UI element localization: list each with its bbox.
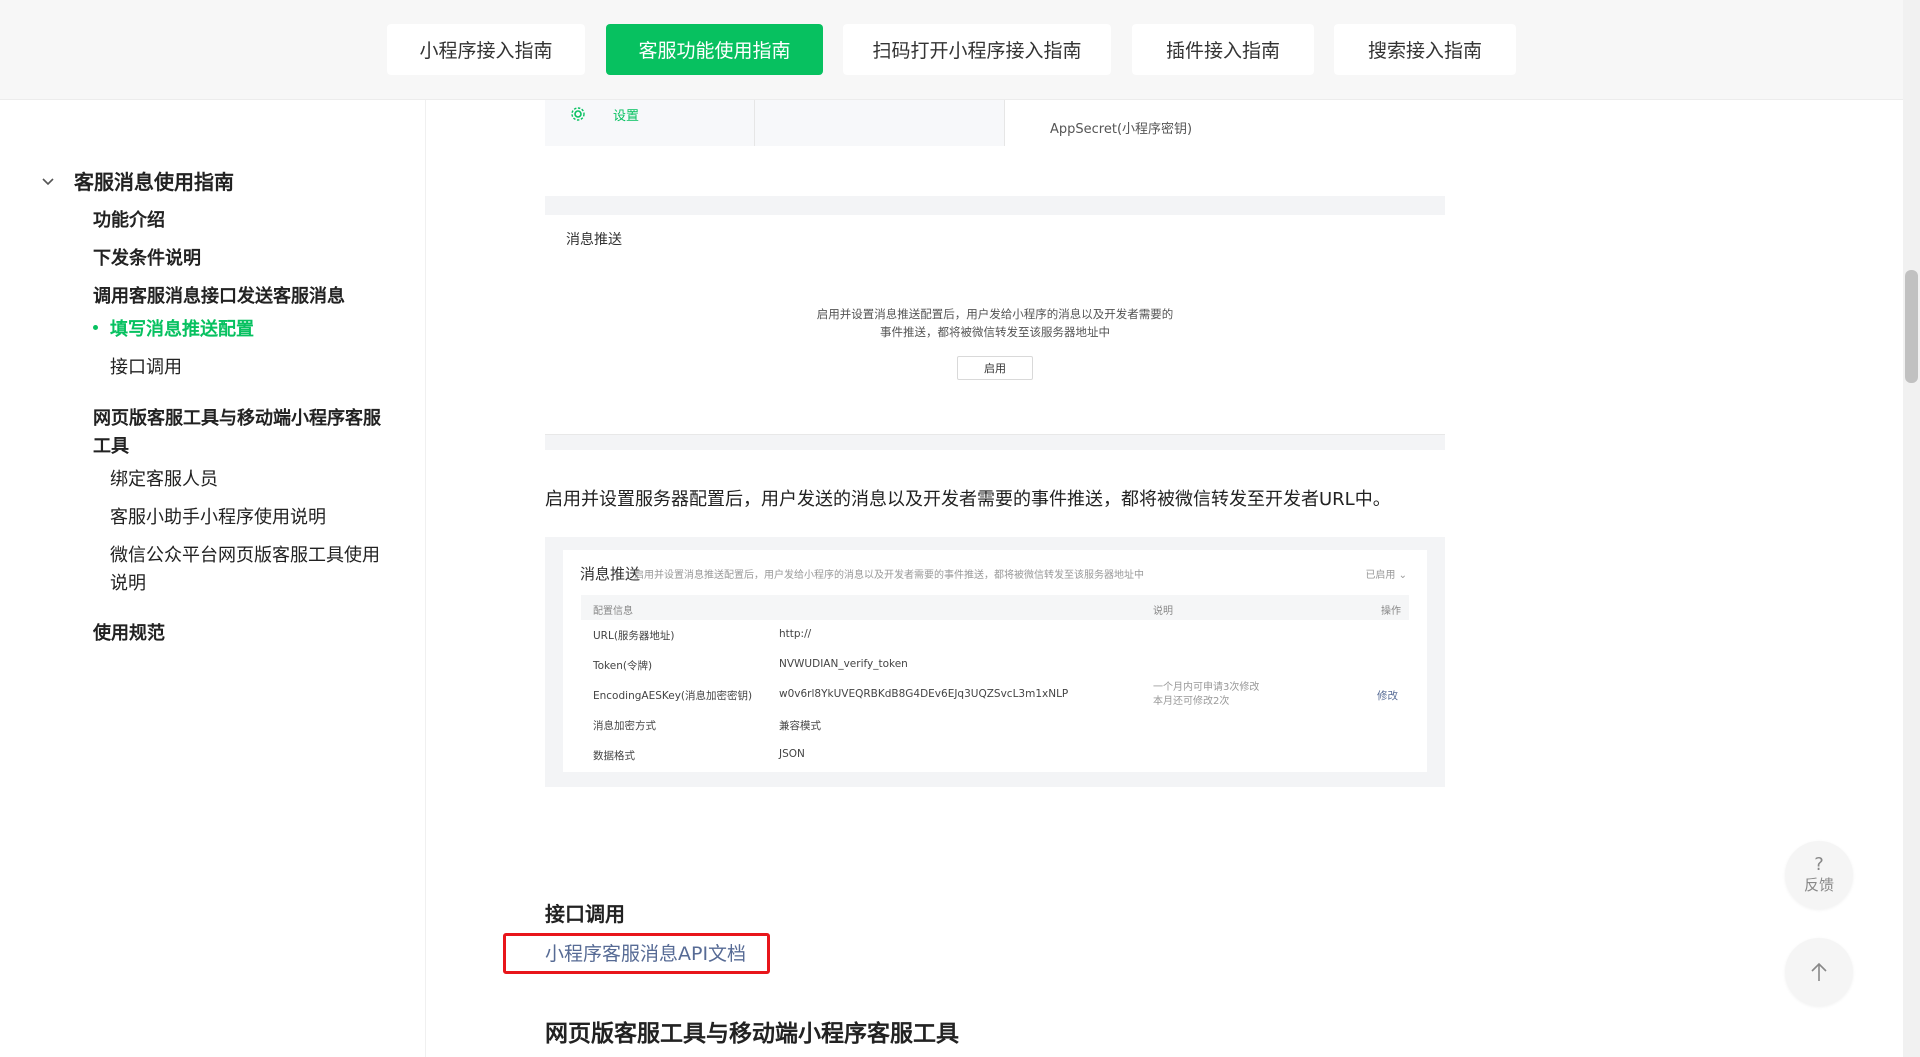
scrollbar-thumb[interactable] xyxy=(1905,270,1918,383)
page-scrollbar[interactable] xyxy=(1903,0,1920,1057)
sidebar-item-push-config[interactable]: 填写消息推送配置 xyxy=(93,316,254,344)
push-description-paragraph: 启用并设置服务器配置后，用户发送的消息以及开发者需要的事件推送，都将被微信转发至… xyxy=(545,489,1391,510)
sidebar-item-web-tool-guide[interactable]: 微信公众平台网页版客服工具使用说明 xyxy=(110,542,390,598)
config-subtitle: 启用并设置消息推送配置后，用户发给小程序的消息以及开发者需要的事件推送，都将被微… xyxy=(634,570,1144,581)
header-note: 说明 xyxy=(1153,606,1173,617)
enabled-label: 已启用 xyxy=(1365,570,1396,581)
row-key: Token(令牌) xyxy=(593,660,653,672)
table-row: 消息加密方式 兼容模式 xyxy=(581,710,1409,740)
table-row: URL(服务器地址) http:// xyxy=(581,620,1409,650)
gear-icon xyxy=(571,107,585,121)
section-heading-interface: 接口调用 xyxy=(545,902,625,926)
push-card-desc-line2: 事件推送，都将被微信转发至该服务器地址中 xyxy=(880,325,1110,339)
top-nav-bar: 小程序接入指南 客服功能使用指南 扫码打开小程序接入指南 插件接入指南 搜索接入… xyxy=(0,0,1903,100)
row-value: w0v6rl8YkUVEQRBKdB8G4DEv6EJq3UQZSvcL3m1x… xyxy=(779,688,1069,700)
push-card-desc-line1: 启用并设置消息推送配置后，用户发给小程序的消息以及开发者需要的 xyxy=(816,307,1174,321)
table-row: Token(令牌) NVWUDIAN_verify_token xyxy=(581,650,1409,680)
edit-link: 修改 xyxy=(1377,690,1398,702)
arrow-up-icon xyxy=(1811,962,1827,981)
row-value: http:// xyxy=(779,628,812,640)
table-row: 数据格式 JSON xyxy=(581,740,1409,770)
push-card-description: 启用并设置消息推送配置后，用户发给小程序的消息以及开发者需要的 事件推送，都将被… xyxy=(725,305,1265,341)
back-to-top-button[interactable] xyxy=(1785,938,1853,1006)
row-value: 兼容模式 xyxy=(779,720,821,732)
enable-button: 启用 xyxy=(957,356,1033,380)
sidebar-item-interface-call[interactable]: 接口调用 xyxy=(110,354,182,382)
sidebar-item-send-conditions[interactable]: 下发条件说明 xyxy=(93,245,201,273)
config-title: 消息推送 xyxy=(580,565,641,583)
push-config-screenshot: 消息推送 启用并设置消息推送配置后，用户发给小程序的消息以及开发者需要的事件推送… xyxy=(545,537,1445,787)
push-card-title: 消息推送 xyxy=(566,232,622,248)
question-icon: ? xyxy=(1814,854,1824,875)
row-key: URL(服务器地址) xyxy=(593,630,675,642)
fragment-middle-column xyxy=(755,100,1005,146)
sidebar-section-title: 客服消息使用指南 xyxy=(74,170,234,194)
feedback-button[interactable]: ? 反馈 xyxy=(1785,841,1853,909)
push-disabled-screenshot: 消息推送 启用并设置消息推送配置后，用户发给小程序的消息以及开发者需要的 事件推… xyxy=(545,196,1445,450)
settings-label: 设置 xyxy=(613,109,640,124)
row-note-line2: 本月还可修改2次 xyxy=(1153,696,1230,707)
tab-plugin-guide[interactable]: 插件接入指南 xyxy=(1132,24,1314,75)
push-config-card: 消息推送 启用并设置消息推送配置后，用户发给小程序的消息以及开发者需要的事件推送… xyxy=(563,550,1427,772)
sidebar-item-call-api[interactable]: 调用客服消息接口发送客服消息 xyxy=(93,283,345,311)
appsecret-label: AppSecret(小程序密钥) xyxy=(1050,122,1193,137)
row-key: 数据格式 xyxy=(593,750,635,762)
push-card: 消息推送 启用并设置消息推送配置后，用户发给小程序的消息以及开发者需要的 事件推… xyxy=(545,215,1445,435)
row-value: NVWUDIAN_verify_token xyxy=(779,658,908,670)
sidebar-section-cs-messages[interactable]: 客服消息使用指南 xyxy=(42,166,234,195)
row-note-line1: 一个月内可申请3次修改 xyxy=(1153,682,1260,693)
row-value: JSON xyxy=(779,748,805,760)
chevron-down-icon xyxy=(42,177,54,185)
sidebar-item-usage-rules[interactable]: 使用规范 xyxy=(93,620,165,648)
fragment-menu-column: 设置 xyxy=(545,100,755,146)
section-heading-web-tools: 网页版客服工具与移动端小程序客服工具 xyxy=(545,1021,959,1047)
table-row: EncodingAESKey(消息加密密钥) w0v6rl8YkUVEQRBKd… xyxy=(581,680,1409,710)
api-doc-link[interactable]: 小程序客服消息API文档 xyxy=(545,939,746,966)
active-dot xyxy=(93,324,98,330)
tab-scan-open-guide[interactable]: 扫码打开小程序接入指南 xyxy=(843,24,1111,75)
header-action: 操作 xyxy=(1381,606,1401,617)
sidebar-item-bind-staff[interactable]: 绑定客服人员 xyxy=(110,466,218,494)
sidebar-item-label: 填写消息推送配置 xyxy=(110,319,254,340)
sidebar-item-assistant-miniprogram[interactable]: 客服小助手小程序使用说明 xyxy=(110,504,326,532)
config-enabled-status: 已启用 ⌄ xyxy=(1365,570,1407,581)
feedback-label: 反馈 xyxy=(1803,876,1834,894)
tab-customer-service-guide[interactable]: 客服功能使用指南 xyxy=(606,24,823,75)
row-note: 一个月内可申请3次修改 本月还可修改2次 xyxy=(1153,681,1259,709)
tab-search-guide[interactable]: 搜索接入指南 xyxy=(1334,24,1516,75)
config-table-header: 配置信息 说明 操作 xyxy=(581,595,1409,620)
sidebar-item-web-tools[interactable]: 网页版客服工具与移动端小程序客服工具 xyxy=(93,405,383,461)
settings-screenshot-fragment: 设置 AppSecret(小程序密钥) xyxy=(545,100,1445,146)
tab-miniprogram-access[interactable]: 小程序接入指南 xyxy=(387,24,585,75)
row-key: 消息加密方式 xyxy=(593,720,656,732)
sidebar-item-features[interactable]: 功能介绍 xyxy=(93,207,165,235)
row-key: EncodingAESKey(消息加密密钥) xyxy=(593,690,753,702)
header-config: 配置信息 xyxy=(593,606,633,617)
